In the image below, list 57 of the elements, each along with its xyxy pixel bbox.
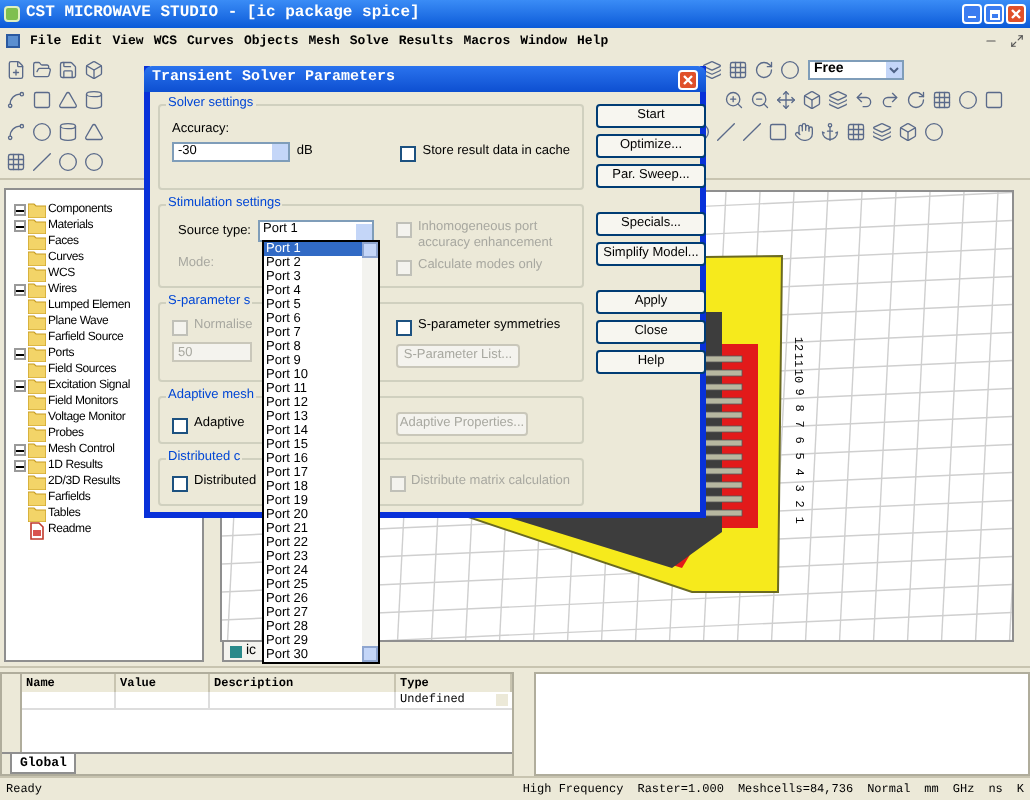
anchor-icon[interactable]	[820, 121, 840, 142]
close-button[interactable]	[678, 69, 698, 89]
sphere-icon[interactable]	[780, 59, 800, 80]
expand-icon[interactable]	[14, 348, 26, 360]
new-file-icon[interactable]	[6, 59, 26, 80]
line-icon[interactable]	[32, 152, 52, 173]
checkbox[interactable]	[400, 145, 417, 161]
curve-icon[interactable]	[6, 90, 26, 111]
cube-icon[interactable]	[898, 121, 918, 142]
close-button[interactable]	[1006, 4, 1026, 24]
circle-icon[interactable]	[924, 121, 944, 142]
undo-icon[interactable]	[854, 90, 874, 111]
line-icon[interactable]	[742, 121, 762, 142]
maximize-button[interactable]	[984, 4, 1004, 24]
rectangle-icon[interactable]	[984, 90, 1004, 111]
grid-icon[interactable]	[6, 152, 26, 173]
document-icon	[230, 645, 242, 657]
circle-icon[interactable]	[58, 152, 78, 173]
layers-icon[interactable]	[828, 90, 848, 111]
zoom-in-icon[interactable]	[724, 90, 744, 111]
grid-icon[interactable]	[728, 59, 748, 80]
rotate-icon[interactable]	[754, 59, 774, 80]
hand-icon[interactable]	[794, 121, 814, 142]
save-icon[interactable]	[58, 59, 78, 80]
cylinder-icon[interactable]	[58, 121, 78, 142]
layers-icon[interactable]	[702, 59, 722, 80]
curve-icon[interactable]	[6, 121, 26, 142]
sphere-icon[interactable]	[958, 90, 978, 111]
checkbox[interactable]	[396, 320, 412, 336]
restore-icon[interactable]	[1010, 34, 1024, 48]
minimize-button[interactable]	[962, 4, 982, 24]
document-icon	[6, 34, 20, 48]
zoom-out-icon[interactable]	[750, 90, 770, 111]
cube-icon[interactable]	[802, 90, 822, 111]
expand-icon[interactable]	[14, 380, 26, 392]
expand-icon[interactable]	[14, 284, 26, 296]
grid-icon[interactable]	[846, 121, 866, 142]
line-icon[interactable]	[716, 121, 736, 142]
rotate-icon[interactable]	[906, 90, 926, 111]
window-title: CST MICROWAVE STUDIO - [ic package spice]	[26, 2, 420, 26]
cube-icon[interactable]	[84, 59, 104, 80]
square-icon[interactable]	[768, 121, 788, 142]
triangle-icon[interactable]	[58, 90, 78, 111]
open-folder-icon[interactable]	[32, 59, 52, 80]
app-icon	[4, 6, 20, 22]
circle-icon[interactable]	[84, 152, 104, 173]
grid-icon[interactable]	[932, 90, 952, 111]
sphere-icon[interactable]	[32, 121, 52, 142]
redo-icon[interactable]	[880, 90, 900, 111]
cylinder-icon[interactable]	[84, 90, 104, 111]
checkbox[interactable]	[172, 476, 188, 492]
layers-icon[interactable]	[872, 121, 892, 142]
move-icon[interactable]	[776, 90, 796, 111]
rectangle-icon[interactable]	[32, 90, 52, 111]
triangle-icon[interactable]	[84, 121, 104, 142]
document-icon	[30, 521, 44, 539]
checkbox[interactable]	[172, 417, 188, 433]
